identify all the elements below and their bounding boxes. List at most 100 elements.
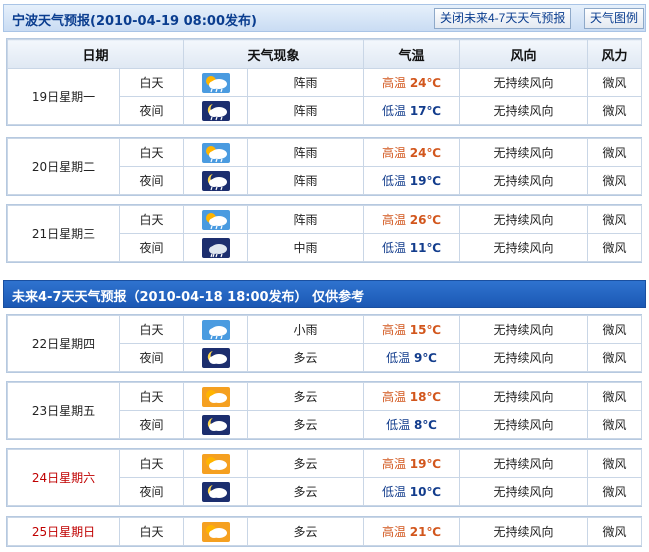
cloudy-day-icon [201, 453, 230, 474]
wind-direction: 无持续风向 [459, 449, 588, 478]
cloudy-day-icon [201, 386, 230, 407]
wind-force: 微风 [587, 382, 642, 411]
weather-icon-cell [183, 343, 248, 372]
shower-day-icon [201, 209, 230, 230]
weather-text: 多云 [247, 477, 364, 506]
weather-text: 多云 [247, 517, 364, 546]
day-forecast-block: 23日星期五 白天 多云 高温 18℃ 无持续风向 微风 夜间 多云 低温 8℃ 无持续风向 微风 [6, 381, 642, 440]
temperature: 高温 18℃ [363, 382, 460, 411]
period-label: 夜间 [119, 166, 184, 195]
temperature: 低温 8℃ [363, 410, 460, 439]
weather-icon-cell [183, 166, 248, 195]
temp-label: 低温 [381, 174, 406, 188]
weather-icon-cell [183, 315, 248, 344]
date-cell: 21日星期三 [7, 205, 120, 262]
shower-night-icon [201, 100, 230, 121]
temp-value: 21℃ [409, 525, 442, 539]
temp-label: 低温 [386, 351, 411, 365]
temperature: 高温 15℃ [363, 315, 460, 344]
light-rain-icon [201, 319, 230, 340]
day-forecast-block: 20日星期二 白天 阵雨 高温 24℃ 无持续风向 微风 夜间 阵雨 低温 19℃ 无持续风向 微风 [6, 137, 642, 196]
date-cell: 22日星期四 [7, 315, 120, 372]
weather-icon-cell [183, 96, 249, 125]
wind-direction: 无持续风向 [459, 477, 588, 506]
period-label: 白天 [119, 517, 184, 546]
temp-label: 低温 [381, 485, 406, 499]
day-forecast-block: 日期 天气现象 气温 风向 风力 19日星期一 白天 阵雨 高温 24℃ 无持续风向 微风 夜间 阵雨低… [6, 38, 643, 126]
wind-force: 微风 [587, 517, 642, 546]
wind-direction: 无持续风向 [459, 68, 589, 97]
wind-force: 微风 [587, 205, 642, 234]
wind-force: 微风 [587, 315, 642, 344]
temperature: 低温 11℃ [363, 233, 460, 262]
temp-label: 高温 [381, 457, 406, 471]
day-row: 20日星期二 白天 阵雨 高温 24℃ 无持续风向 微风 [7, 138, 642, 195]
weather-text: 多云 [247, 343, 364, 372]
temp-value: 24℃ [409, 146, 442, 160]
temp-value: 9℃ [413, 351, 437, 365]
date-cell: 23日星期五 [7, 382, 120, 439]
temperature: 高温 26℃ [363, 205, 460, 234]
period-label: 夜间 [119, 410, 184, 439]
weather-text: 阵雨 [247, 205, 364, 234]
cloudy-day-icon [201, 521, 230, 542]
weather-icon-cell [183, 382, 248, 411]
wind-direction: 无持续风向 [459, 343, 588, 372]
temp-label: 高温 [381, 213, 406, 227]
day-forecast-block: 24日星期六 白天多云 高温 19℃ 无持续风向 微风 夜间 多云 低温 10℃ 无持续风向 微风 [6, 448, 642, 507]
temperature: 高温 21℃ [363, 517, 460, 546]
weather-text: 多云 [247, 382, 364, 411]
wind-force: 微风 [587, 96, 643, 125]
temp-label: 高温 [381, 390, 406, 404]
weather-legend-button[interactable]: 天气图例 [584, 8, 645, 29]
day-row: 24日星期六 白天多云 高温 19℃ 无持续风向 微风 [7, 449, 642, 506]
wind-force: 微风 [587, 68, 643, 97]
date-cell: 24日星期六 [7, 449, 120, 506]
date-cell: 19日星期一 [7, 68, 120, 125]
weather-icon-cell [183, 138, 248, 167]
cloudy-night-icon [201, 481, 230, 502]
weather-icon-cell [183, 410, 248, 439]
temperature: 高温 19℃ [363, 449, 460, 478]
temp-value: 26℃ [409, 213, 442, 227]
shower-day-icon [201, 142, 230, 163]
temp-label: 高温 [381, 525, 406, 539]
column-header-row: 日期 天气现象 气温 风向 风力 [6, 39, 643, 69]
day-row: 23日星期五 白天 多云 高温 18℃ 无持续风向 微风 [7, 382, 642, 439]
col-weather: 天气现象 [183, 39, 365, 69]
wind-direction: 无持续风向 [459, 382, 588, 411]
col-temp: 气温 [363, 39, 461, 69]
weather-text: 阵雨 [247, 68, 365, 97]
period-label: 夜间 [118, 96, 185, 125]
temp-label: 低温 [381, 241, 406, 255]
wind-direction: 无持续风向 [459, 410, 588, 439]
period-label: 白天 [119, 138, 184, 167]
weather-text: 阵雨 [247, 96, 365, 125]
cloudy-night-icon [201, 414, 230, 435]
period-label: 白天 [119, 315, 184, 344]
wind-direction: 无持续风向 [459, 166, 588, 195]
wind-force: 微风 [587, 449, 642, 478]
weather-text: 多云 [247, 410, 364, 439]
temperature: 高温 24℃ [363, 138, 460, 167]
date-cell: 20日星期二 [7, 138, 120, 195]
wind-force: 微风 [587, 477, 642, 506]
rain-icon [201, 237, 230, 258]
period-label: 夜间 [119, 477, 184, 506]
period-label: 白天 [119, 449, 184, 478]
day-row: 25日星期日 白天 多云 高温 21℃ 无持续风向 微风 [7, 517, 642, 546]
temp-label: 高温 [381, 76, 406, 90]
temp-label: 高温 [381, 146, 406, 160]
weather-icon-cell [183, 449, 248, 478]
weather-icon-cell [183, 205, 248, 234]
day-row: 21日星期三 白天 阵雨 高温 26℃ 无持续风向 微风 [7, 205, 642, 262]
temp-value: 18℃ [409, 390, 442, 404]
day-forecast-block: 25日星期日 白天 多云 高温 21℃ 无持续风向 微风 [6, 516, 642, 547]
temp-value: 17℃ [409, 104, 442, 118]
extended-forecast-header: 未来4-7天天气预报（2010-04-18 18:00发布） 仅供参考 [3, 280, 646, 308]
temperature: 低温 10℃ [363, 477, 460, 506]
close-extended-forecast-button[interactable]: 关闭未来4-7天天气预报 [434, 8, 572, 29]
temp-label: 低温 [386, 418, 411, 432]
shower-night-icon [201, 170, 230, 191]
wind-direction: 无持续风向 [459, 138, 588, 167]
